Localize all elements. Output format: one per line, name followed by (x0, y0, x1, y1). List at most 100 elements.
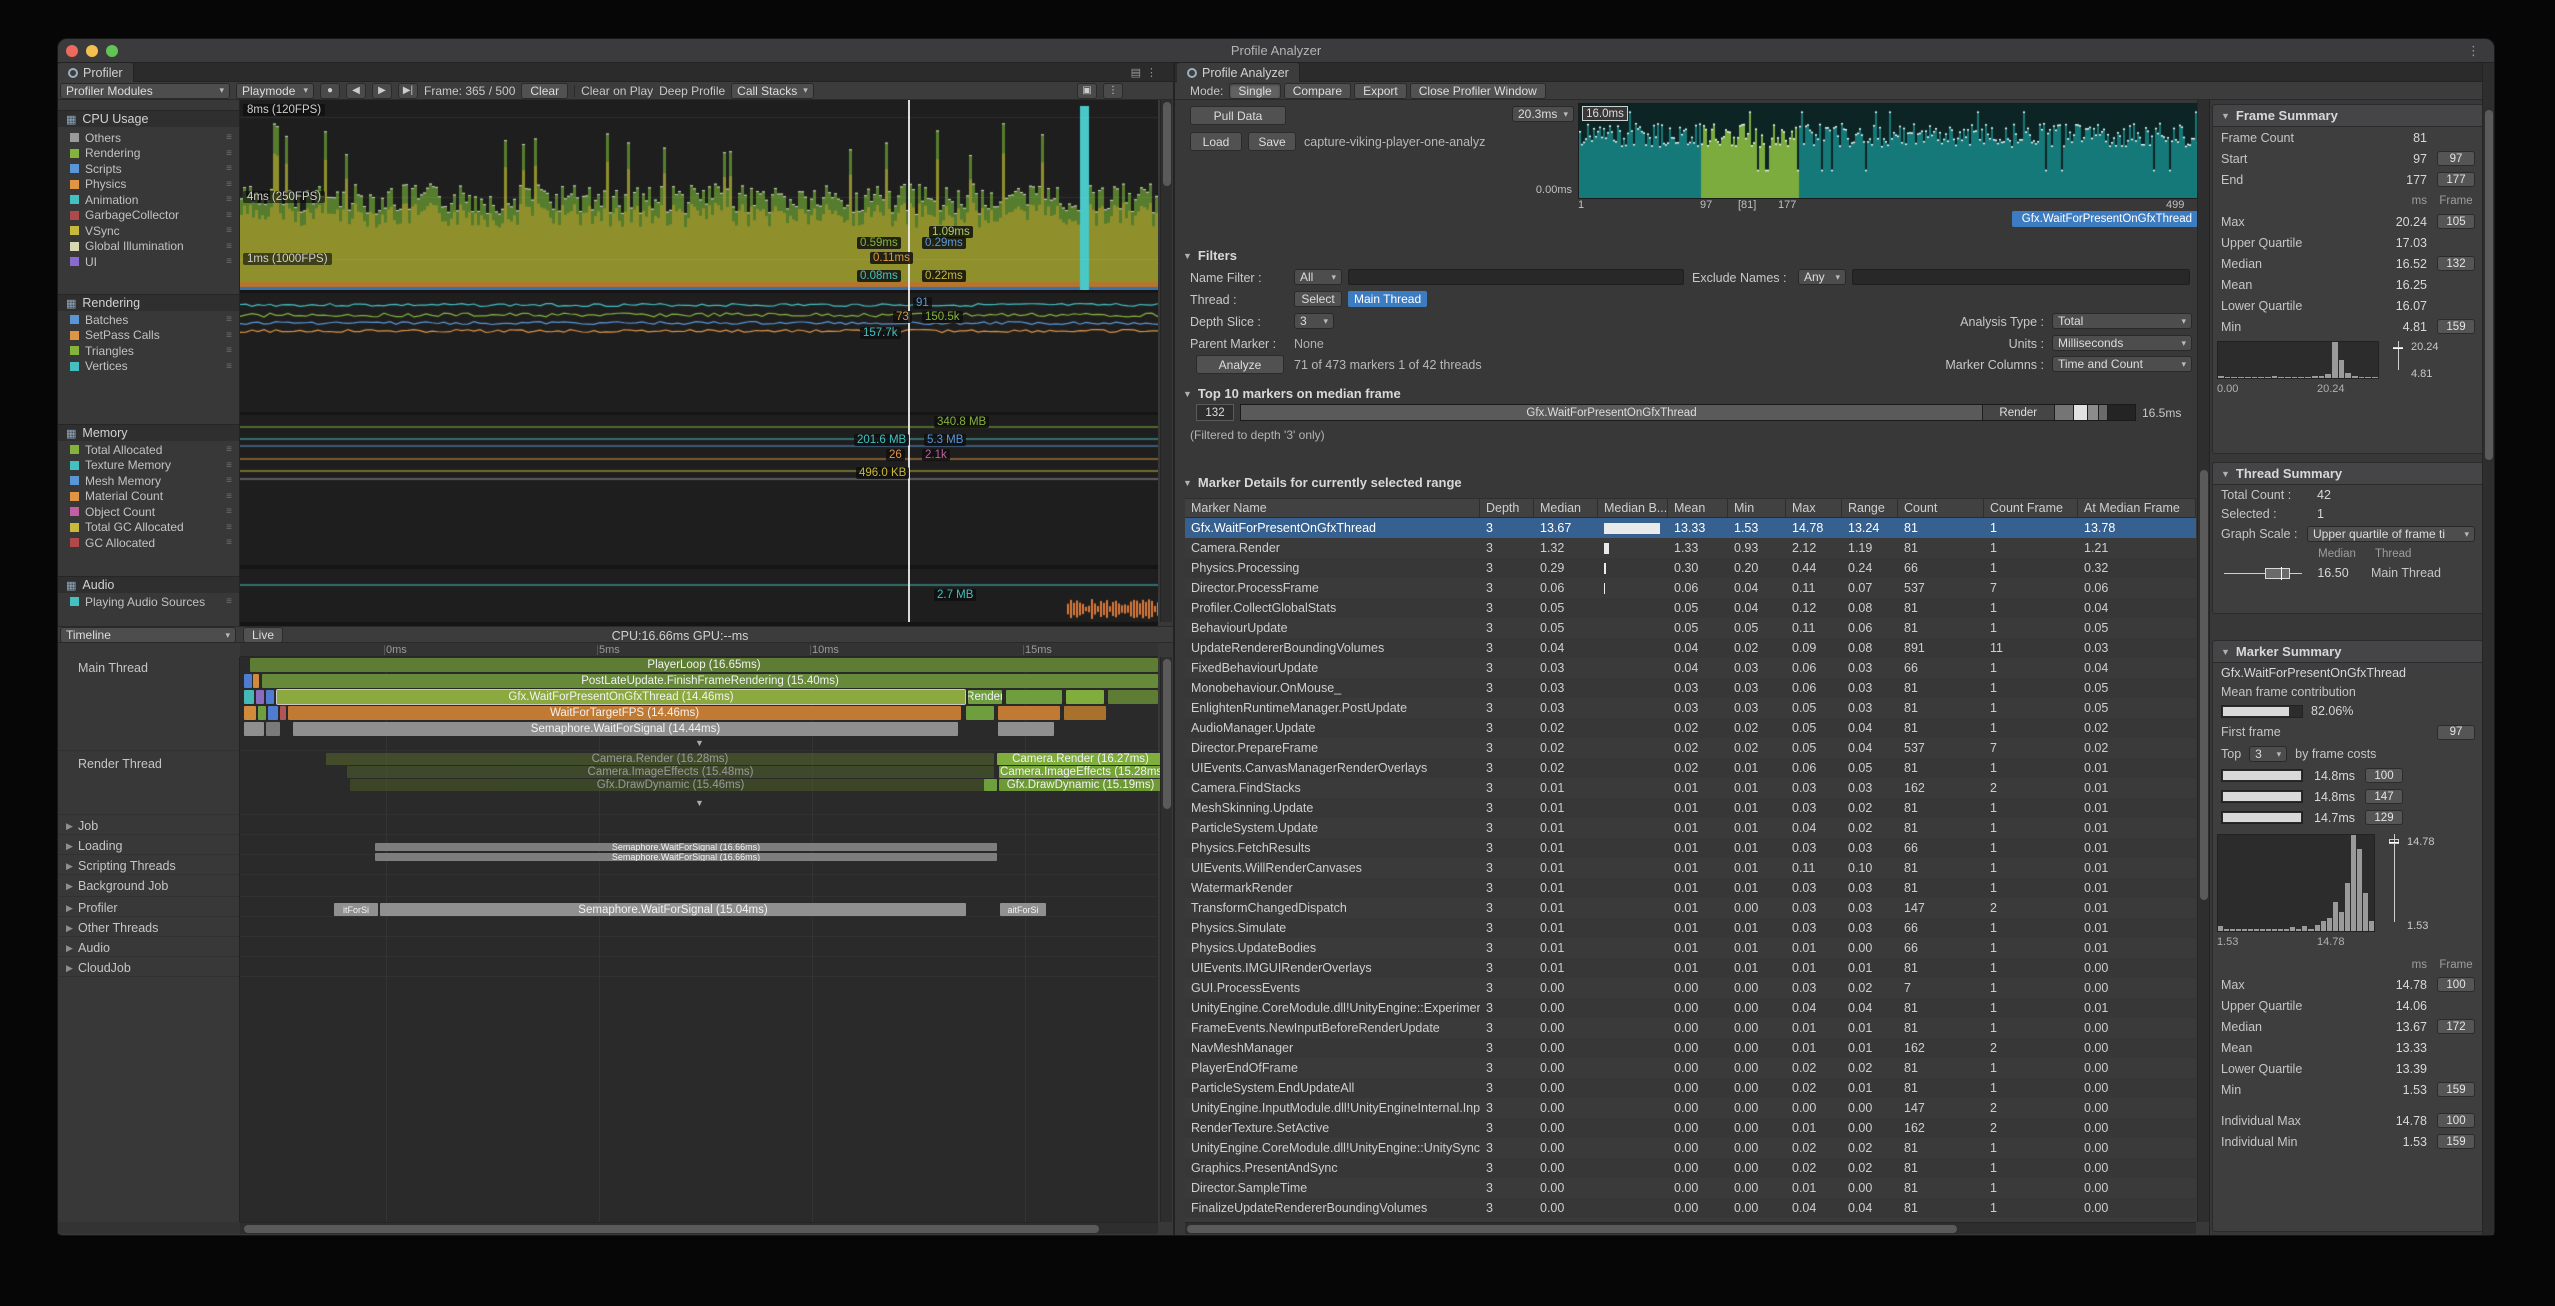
marker-row[interactable]: GUI.ProcessEvents 3 0.00 0.00 0.00 0.03 … (1185, 978, 2196, 998)
legend-item[interactable]: SetPass Calls ≡ (58, 328, 240, 344)
marker-row[interactable]: UIEvents.WillRenderCanvases 3 0.01 0.01 … (1185, 858, 2196, 878)
marker-row[interactable]: UnityEngine.CoreModule.dll!UnityEngine::… (1185, 1138, 2196, 1158)
live-toggle[interactable]: Live (243, 627, 283, 643)
drag-handle-icon[interactable]: ≡ (226, 444, 232, 455)
timeline-marker-bar[interactable]: Gfx.WaitForPresentOnGfxThread (14.46ms) (277, 690, 965, 704)
drag-handle-icon[interactable]: ≡ (226, 210, 232, 221)
legend-item[interactable]: Global Illumination ≡ (58, 239, 240, 255)
marker-row[interactable]: NavMeshManager 3 0.00 0.00 0.00 0.01 0.0… (1185, 1038, 2196, 1058)
legend-item[interactable]: Total Allocated ≡ (58, 442, 240, 458)
marker-row[interactable]: WatermarkRender 3 0.01 0.01 0.01 0.03 0.… (1185, 878, 2196, 898)
legend-item[interactable]: Object Count ≡ (58, 504, 240, 520)
top10-segment[interactable]: Gfx.WaitForPresentOnGfxThread (1241, 405, 1983, 420)
timeline-vscrollbar[interactable] (1160, 657, 1172, 1222)
drag-handle-icon[interactable]: ≡ (226, 522, 232, 533)
legend-item[interactable]: Animation ≡ (58, 192, 240, 208)
thread-row-label[interactable]: ▶ CloudJob (58, 960, 240, 976)
profiler-layout-icon[interactable]: ▣ (1077, 83, 1097, 99)
marker-row[interactable]: UIEvents.IMGUIRenderOverlays 3 0.01 0.01… (1185, 958, 2196, 978)
drag-handle-icon[interactable]: ≡ (226, 345, 232, 356)
legend-item[interactable]: GC Allocated ≡ (58, 535, 240, 551)
view-mode-dropdown[interactable]: Timeline (60, 627, 236, 643)
drag-handle-icon[interactable]: ≡ (226, 225, 232, 236)
drag-handle-icon[interactable]: ≡ (226, 148, 232, 159)
drag-handle-icon[interactable]: ≡ (226, 491, 232, 502)
timeline-marker-bar[interactable] (280, 706, 286, 720)
drag-handle-icon[interactable]: ≡ (226, 314, 232, 325)
timeline-marker-bar[interactable] (258, 706, 266, 720)
marker-row[interactable]: Physics.UpdateBodies 3 0.01 0.01 0.01 0.… (1185, 938, 2196, 958)
top10-frame-box[interactable]: 132 (1196, 404, 1234, 421)
legend-item[interactable]: Vertices ≡ (58, 359, 240, 375)
legend-item[interactable]: Material Count ≡ (58, 489, 240, 505)
timeline-marker-bar[interactable] (266, 722, 280, 736)
expand-main-thread-arrow[interactable]: ▼ (695, 738, 704, 748)
window-vscrollbar[interactable] (2482, 63, 2494, 1235)
top10-segment[interactable] (2088, 405, 2099, 420)
next-frame-icon[interactable]: ▶ (372, 83, 392, 99)
goto-frame-button[interactable]: 132 (2437, 256, 2475, 271)
legend-item[interactable]: VSync ≡ (58, 223, 240, 239)
timeline-marker-bar[interactable] (268, 706, 278, 720)
column-header[interactable]: Max (1786, 498, 1842, 518)
timeline-marker-bar[interactable] (253, 674, 259, 688)
module-header-rendering[interactable]: Rendering (58, 294, 240, 311)
marker-row[interactable]: Director.ProcessFrame 3 0.06 0.06 0.04 0… (1185, 578, 2196, 598)
top10-segment[interactable] (2074, 405, 2088, 420)
tab-profile-analyzer[interactable]: Profile Analyzer (1177, 63, 1300, 82)
column-header[interactable]: Min (1728, 498, 1786, 518)
marker-row[interactable]: MeshSkinning.Update 3 0.01 0.01 0.01 0.0… (1185, 798, 2196, 818)
drag-handle-icon[interactable]: ≡ (226, 241, 232, 252)
scrollbar-thumb[interactable] (2200, 470, 2208, 900)
legend-item[interactable]: Scripts ≡ (58, 161, 240, 177)
timeline-marker-bar[interactable]: Gfx.DrawDynamic (15.19ms) (999, 779, 1162, 791)
charts-scrollbar[interactable] (1160, 100, 1172, 622)
timeline-marker-bar[interactable] (984, 779, 997, 791)
thread-row-label[interactable]: ▶ Other Threads (58, 920, 240, 936)
expand-arrow-icon[interactable]: ▶ (66, 821, 74, 832)
legend-item[interactable]: Playing Audio Sources ≡ (58, 594, 240, 610)
filters-foldout[interactable]: Filters (1183, 248, 1237, 263)
expand-arrow-icon[interactable]: ▶ (66, 963, 74, 974)
marker-row[interactable]: Gfx.WaitForPresentOnGfxThread 3 13.67 13… (1185, 518, 2196, 538)
legend-item[interactable]: Others ≡ (58, 130, 240, 146)
scrollbar-thumb[interactable] (1163, 659, 1171, 809)
goto-frame-button[interactable]: 172 (2437, 1019, 2475, 1034)
goto-frame-button[interactable]: 100 (2437, 977, 2475, 992)
exclude-names-input[interactable] (1852, 269, 2190, 285)
load-button[interactable]: Load (1190, 132, 1242, 151)
goto-frame-button[interactable]: 159 (2437, 1082, 2475, 1097)
depth-slice-dropdown[interactable]: 3 (1294, 313, 1334, 329)
chart-ymax-box[interactable]: 16.0ms (1582, 106, 1628, 121)
goto-frame-button[interactable]: 159 (2437, 319, 2475, 334)
thread-value-chip[interactable]: Main Thread (1348, 291, 1427, 307)
scrollbar-thumb[interactable] (1187, 1225, 1957, 1233)
thread-row-label[interactable]: ▶ Loading (58, 838, 240, 854)
mode-button[interactable]: Close Profiler Window (1410, 83, 1546, 99)
marker-row[interactable]: TransformChangedDispatch 3 0.01 0.01 0.0… (1185, 898, 2196, 918)
goto-frame-button[interactable]: 97 (2437, 725, 2475, 740)
timeline-marker-bar[interactable]: Camera.Render (16.27ms) (997, 753, 1164, 765)
analysis-type-dropdown[interactable]: Total (2052, 313, 2192, 329)
name-filter-input[interactable] (1348, 269, 1684, 285)
marker-row[interactable]: ParticleSystem.Update 3 0.01 0.01 0.01 0… (1185, 818, 2196, 838)
audio-chart[interactable] (240, 569, 1158, 622)
marker-details-foldout[interactable]: Marker Details for currently selected ra… (1183, 475, 1462, 490)
timeline-marker-bar[interactable] (998, 706, 1060, 720)
goto-frame-button[interactable]: 100 (2437, 1113, 2475, 1128)
drag-handle-icon[interactable]: ≡ (226, 163, 232, 174)
marker-row[interactable]: UnityEngine.CoreModule.dll!UnityEngine::… (1185, 998, 2196, 1018)
thread-summary-foldout[interactable]: Thread Summary (2213, 463, 2483, 485)
marker-row[interactable]: ParticleSystem.EndUpdateAll 3 0.00 0.00 … (1185, 1078, 2196, 1098)
frame-time-chart[interactable] (1578, 103, 2200, 199)
marker-row[interactable]: FrameEvents.NewInputBeforeRenderUpdate 3… (1185, 1018, 2196, 1038)
timeline-marker-bar[interactable]: Semaphore.WaitForSignal (16.66ms) (375, 843, 997, 851)
thread-row-label[interactable]: Render Thread (58, 756, 240, 772)
drag-handle-icon[interactable]: ≡ (226, 256, 232, 267)
memory-chart[interactable] (240, 415, 1158, 565)
timeline-marker-bar[interactable] (998, 722, 1054, 736)
goto-frame-button[interactable]: 177 (2437, 172, 2475, 187)
goto-frame-button[interactable]: 159 (2437, 1134, 2475, 1149)
thread-row[interactable]: 16.50 Main Thread (2213, 563, 2483, 583)
legend-item[interactable]: Physics ≡ (58, 177, 240, 193)
